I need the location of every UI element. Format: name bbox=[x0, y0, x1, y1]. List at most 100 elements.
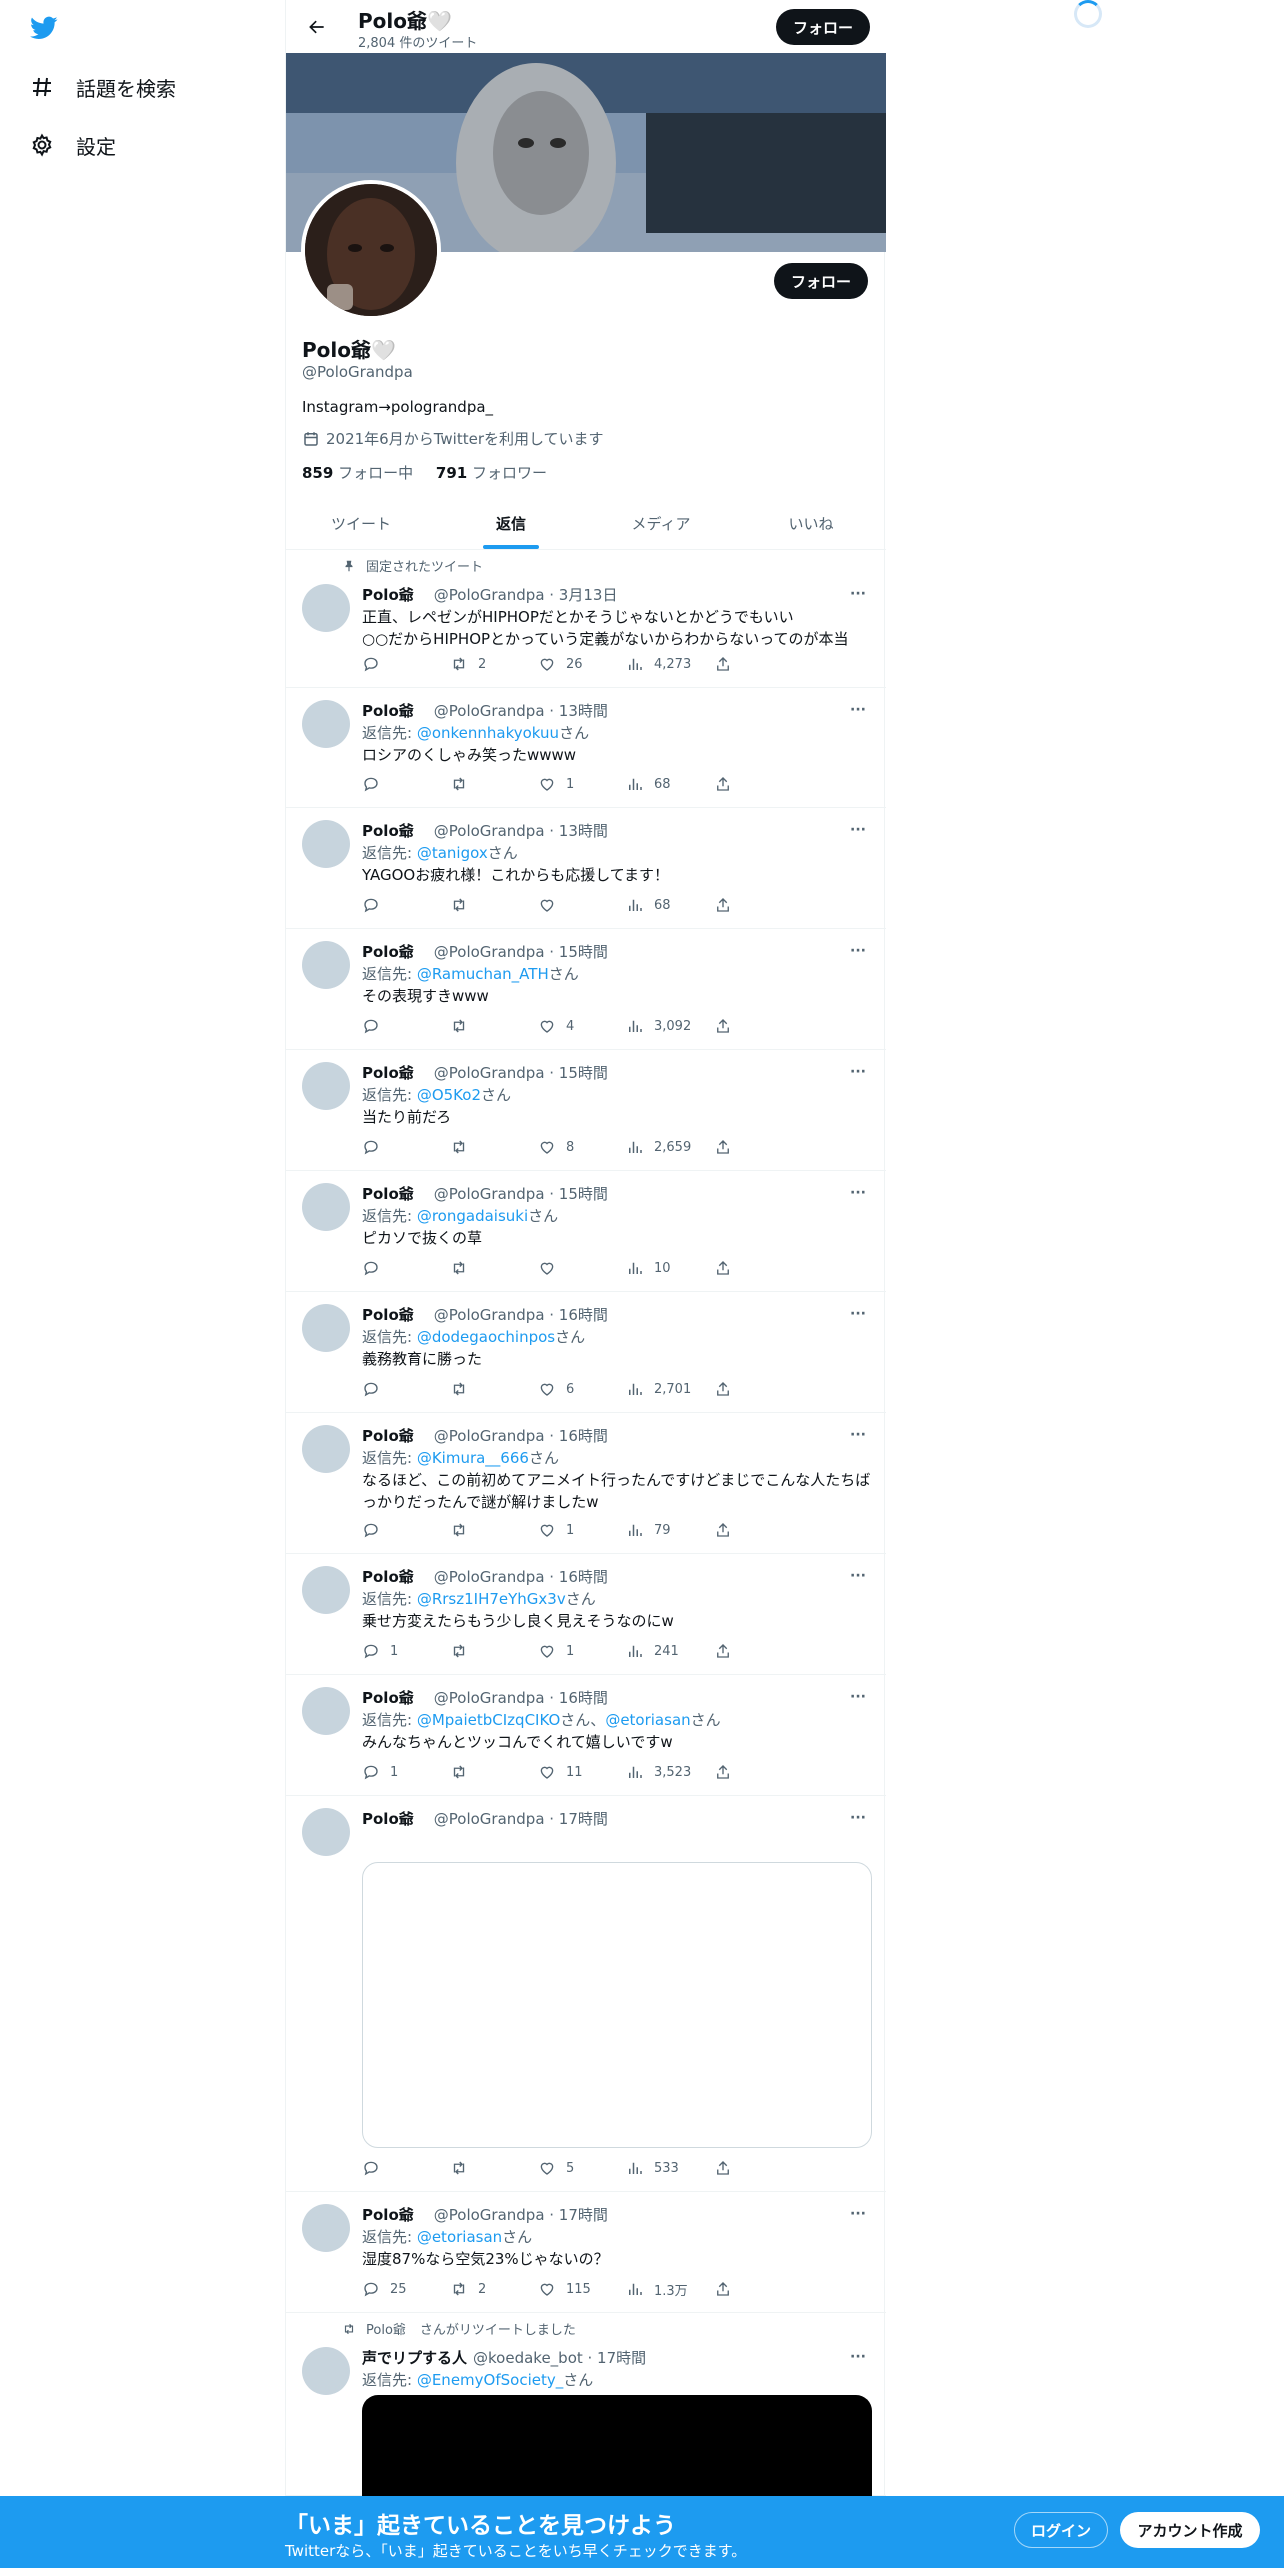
reply-button[interactable] bbox=[362, 1518, 450, 1542]
nav-settings[interactable]: 設定 bbox=[28, 125, 116, 165]
retweet-button[interactable] bbox=[450, 1135, 538, 1159]
retweet-button[interactable] bbox=[450, 1256, 538, 1280]
like-button[interactable]: 1 bbox=[538, 1518, 626, 1542]
share-button[interactable] bbox=[714, 1377, 754, 1401]
profile-avatar[interactable] bbox=[301, 180, 441, 320]
reply-button[interactable]: 1 bbox=[362, 1760, 450, 1784]
reply-mention[interactable]: @tanigox bbox=[417, 844, 488, 862]
retweet-button[interactable] bbox=[450, 1639, 538, 1663]
reply-mention[interactable]: @Rrsz1IH7eYhGx3v bbox=[417, 1590, 566, 1608]
more-options-icon[interactable]: ··· bbox=[846, 1566, 870, 1586]
more-options-icon[interactable]: ··· bbox=[846, 2204, 870, 2224]
views-button[interactable]: 3,523 bbox=[626, 1760, 714, 1784]
share-button[interactable] bbox=[714, 1014, 754, 1038]
tweet-avatar[interactable] bbox=[302, 1183, 350, 1231]
like-button[interactable]: 1 bbox=[538, 1639, 626, 1663]
more-options-icon[interactable]: ··· bbox=[846, 1687, 870, 1707]
tweet-item[interactable]: Polo爺 @PoloGrandpa · 13時間 ··· 返信先: @tanigox… bbox=[286, 808, 886, 929]
views-button[interactable]: 1.3万 bbox=[626, 2277, 714, 2301]
share-button[interactable] bbox=[714, 2277, 754, 2301]
tweet-item[interactable]: Polo爺 @PoloGrandpa · 16時間 ··· 返信先: @dodegao… bbox=[286, 1292, 886, 1413]
tweet-item[interactable]: Polo爺 @PoloGrandpa · 15時間 ··· 返信先: @rongada… bbox=[286, 1171, 886, 1292]
tweet-avatar[interactable] bbox=[302, 1687, 350, 1735]
tweet-avatar[interactable] bbox=[302, 820, 350, 868]
tweet-item[interactable]: Polo爺 @PoloGrandpa · 15時間 ··· 返信先: @Ramucha… bbox=[286, 929, 886, 1050]
tweet-avatar[interactable] bbox=[302, 700, 350, 748]
tweet-author-name[interactable]: Polo爺 bbox=[362, 1568, 414, 1586]
reply-mention[interactable]: @MpaietbCIzqCIKO bbox=[417, 1711, 560, 1729]
tweet-avatar[interactable] bbox=[302, 1062, 350, 1110]
tweet-author-name[interactable]: Polo爺 bbox=[362, 1810, 414, 1828]
tweet-media-card[interactable] bbox=[362, 1862, 872, 2148]
retweet-button[interactable]: 2 bbox=[450, 652, 538, 676]
more-options-icon[interactable]: ··· bbox=[846, 700, 870, 720]
share-button[interactable] bbox=[714, 1518, 754, 1542]
tweet-item[interactable]: 固定されたツイート Polo爺 @PoloGrandpa · 3月13日 ··· 正直、… bbox=[286, 550, 886, 688]
like-button[interactable]: 1 bbox=[538, 772, 626, 796]
retweet-button[interactable]: 2 bbox=[450, 2277, 538, 2301]
tweet-item[interactable]: Polo爺 @PoloGrandpa · 16時間 ··· 返信先: @Mpaietb… bbox=[286, 1675, 886, 1796]
tweet-item[interactable]: Polo爺 @PoloGrandpa · 17時間 ··· 返信先: @etorias… bbox=[286, 2192, 886, 2313]
reply-button[interactable]: 1 bbox=[362, 1639, 450, 1663]
header-follow-button[interactable]: フォロー bbox=[776, 9, 870, 45]
tweet-author-name[interactable]: Polo爺 bbox=[362, 2206, 414, 2224]
reply-mention[interactable]: @onkennhakyokuu bbox=[417, 724, 559, 742]
tweet-author-name[interactable]: Polo爺 bbox=[362, 1064, 414, 1082]
reply-button[interactable] bbox=[362, 1135, 450, 1159]
followers-link[interactable]: 791 フォロワー bbox=[436, 464, 547, 482]
more-options-icon[interactable]: ··· bbox=[846, 1183, 870, 1203]
like-button[interactable]: 4 bbox=[538, 1014, 626, 1038]
tweet-item[interactable]: Polo爺 さんがリツイートしました 声でリプする人 @koedake_bot · 1… bbox=[286, 2313, 886, 2515]
tweet-avatar[interactable] bbox=[302, 1566, 350, 1614]
tweet-avatar[interactable] bbox=[302, 2204, 350, 2252]
retweet-button[interactable] bbox=[450, 1014, 538, 1038]
like-button[interactable]: 5 bbox=[538, 2156, 626, 2180]
tweet-item[interactable]: Polo爺 @PoloGrandpa · 17時間 ··· 5 533 bbox=[286, 1796, 886, 2192]
tweet-avatar[interactable] bbox=[302, 1304, 350, 1352]
more-options-icon[interactable]: ··· bbox=[846, 584, 870, 604]
reply-button[interactable]: 25 bbox=[362, 2277, 450, 2301]
tweet-item[interactable]: Polo爺 @PoloGrandpa · 15時間 ··· 返信先: @O5Ko2さん… bbox=[286, 1050, 886, 1171]
retweet-button[interactable] bbox=[450, 2156, 538, 2180]
signup-button[interactable]: アカウント作成 bbox=[1120, 2512, 1260, 2548]
tweet-author-name[interactable]: Polo爺 bbox=[362, 1306, 414, 1324]
views-button[interactable]: 68 bbox=[626, 772, 714, 796]
tweet-author-name[interactable]: Polo爺 bbox=[362, 822, 414, 840]
views-button[interactable]: 4,273 bbox=[626, 652, 714, 676]
reply-button[interactable] bbox=[362, 1014, 450, 1038]
retweet-button[interactable] bbox=[450, 893, 538, 917]
reply-mention[interactable]: @etoriasan bbox=[417, 2228, 502, 2246]
tweet-author-name[interactable]: Polo爺 bbox=[362, 702, 414, 720]
tab-tweets[interactable]: ツイート bbox=[286, 497, 436, 549]
more-options-icon[interactable]: ··· bbox=[846, 1808, 870, 1828]
tweet-author-name[interactable]: Polo爺 bbox=[362, 1185, 414, 1203]
tweet-author-name[interactable]: Polo爺 bbox=[362, 586, 414, 604]
more-options-icon[interactable]: ··· bbox=[846, 1062, 870, 1082]
back-arrow-icon[interactable] bbox=[302, 12, 332, 42]
views-button[interactable]: 3,092 bbox=[626, 1014, 714, 1038]
tweet-avatar[interactable] bbox=[302, 941, 350, 989]
views-button[interactable]: 2,659 bbox=[626, 1135, 714, 1159]
reply-mention[interactable]: @rongadaisuki bbox=[417, 1207, 528, 1225]
like-button[interactable]: 8 bbox=[538, 1135, 626, 1159]
reply-button[interactable] bbox=[362, 1377, 450, 1401]
more-options-icon[interactable]: ··· bbox=[846, 820, 870, 840]
reply-button[interactable] bbox=[362, 772, 450, 796]
tweet-avatar[interactable] bbox=[302, 1808, 350, 1856]
tweet-author-name[interactable]: 声でリプする人 bbox=[362, 2349, 467, 2367]
share-button[interactable] bbox=[714, 1639, 754, 1663]
tab-replies[interactable]: 返信 bbox=[436, 497, 586, 549]
tab-media[interactable]: メディア bbox=[586, 497, 736, 549]
retweet-button[interactable] bbox=[450, 772, 538, 796]
tweet-item[interactable]: Polo爺 @PoloGrandpa · 16時間 ··· 返信先: @Kimura_… bbox=[286, 1413, 886, 1554]
tweet-author-name[interactable]: Polo爺 bbox=[362, 943, 414, 961]
tweet-author-name[interactable]: Polo爺 bbox=[362, 1689, 414, 1707]
tweet-author-name[interactable]: Polo爺 bbox=[362, 1427, 414, 1445]
reply-mention[interactable]: @Ramuchan_ATH bbox=[417, 965, 549, 983]
tab-likes[interactable]: いいね bbox=[736, 497, 886, 549]
more-options-icon[interactable]: ··· bbox=[846, 941, 870, 961]
retweet-button[interactable] bbox=[450, 1518, 538, 1542]
like-button[interactable]: 6 bbox=[538, 1377, 626, 1401]
reply-mention[interactable]: @etoriasan bbox=[605, 1711, 690, 1729]
tweet-item[interactable]: Polo爺 @PoloGrandpa · 13時間 ··· 返信先: @onkennh… bbox=[286, 688, 886, 808]
